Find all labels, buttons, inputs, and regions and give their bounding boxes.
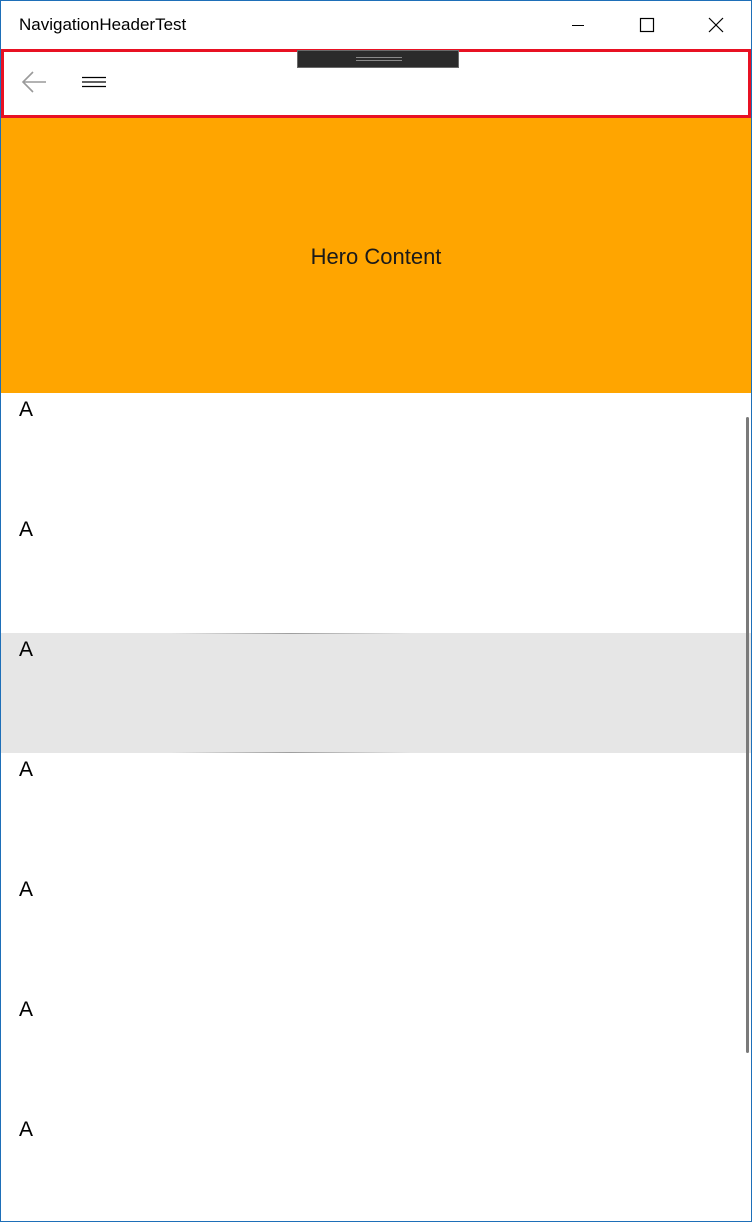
close-button[interactable]: [681, 1, 750, 49]
minimize-button[interactable]: [543, 1, 612, 49]
back-arrow-icon: [21, 71, 46, 93]
list-item-label: A: [19, 998, 34, 1021]
list-item-label: A: [19, 758, 34, 781]
grip-line: [356, 57, 402, 58]
list-item[interactable]: A: [1, 993, 751, 1113]
grip-line: [356, 60, 402, 61]
hero-banner: Hero Content: [1, 118, 751, 393]
window-title: NavigationHeaderTest: [19, 15, 187, 34]
hamburger-icon: [82, 76, 106, 88]
list-item[interactable]: A: [1, 513, 751, 633]
back-button[interactable]: [14, 62, 54, 102]
vertical-scrollbar[interactable]: [746, 417, 749, 1053]
item-list: A A A A A A A: [1, 393, 751, 1221]
list-item-label: A: [19, 638, 34, 661]
list-item[interactable]: A: [1, 873, 751, 993]
list-item[interactable]: A: [1, 1113, 751, 1221]
list-item[interactable]: A: [1, 393, 751, 513]
list-item-label: A: [19, 398, 34, 421]
hamburger-menu-button[interactable]: [74, 62, 114, 102]
drag-handle[interactable]: [297, 50, 459, 68]
close-icon: [708, 17, 723, 33]
hero-text: Hero Content: [310, 243, 442, 269]
list-item-label: A: [19, 518, 34, 541]
list-item-label: A: [19, 878, 34, 901]
list-item[interactable]: A: [1, 753, 751, 873]
app-window: NavigationHeaderTest Hero Content A A A …: [0, 0, 752, 1222]
list-item-label: A: [19, 1118, 34, 1141]
maximize-button[interactable]: [612, 1, 681, 49]
title-bar[interactable]: NavigationHeaderTest: [1, 1, 751, 49]
list-item-selected[interactable]: A: [1, 633, 751, 753]
navigation-header: [1, 49, 751, 118]
minimize-icon: [571, 25, 584, 26]
maximize-icon: [639, 17, 654, 33]
